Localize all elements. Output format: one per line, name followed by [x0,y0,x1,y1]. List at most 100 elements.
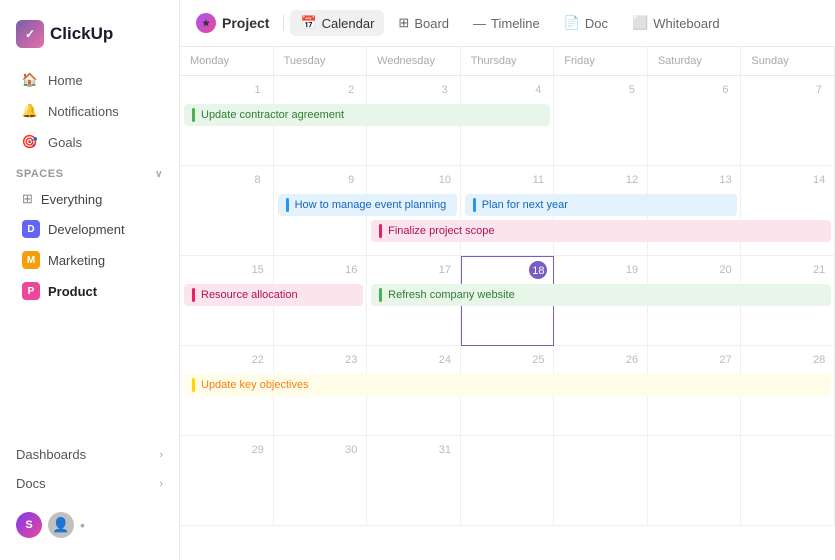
date-num-20: 20 [716,260,734,278]
event-label: Resource allocation [201,289,298,301]
date-num-11: 11 [529,170,547,188]
sidebar-item-home[interactable]: 🏠 Home [6,65,173,95]
date-num-7: 7 [810,80,828,98]
date-num-16: 16 [342,260,360,278]
date-num-6: 6 [716,80,734,98]
spaces-section-header: Spaces ∨ [0,158,179,184]
event-accent [473,198,476,212]
day-header-wednesday: Wednesday [367,47,461,75]
sidebar-item-notifications-label: Notifications [48,104,119,119]
calendar-scroll[interactable]: Monday Tuesday Wednesday Thursday Friday… [180,47,835,560]
tab-whiteboard[interactable]: ⬜ Whiteboard [622,10,730,36]
date-cell-empty-1 [461,436,555,526]
day-header-saturday: Saturday [648,47,742,75]
development-dot: D [22,220,40,238]
doc-tab-label: Doc [585,16,608,31]
dashboards-label: Dashboards [16,447,86,462]
event-event-planning[interactable]: How to manage event planning [278,194,457,216]
sidebar-item-everything[interactable]: ⊞ Everything [6,185,173,213]
app-logo-icon: ✓ [16,20,44,48]
date-cell-empty-4 [741,436,835,526]
tab-calendar[interactable]: 📅 Calendar [290,10,384,36]
date-num-25: 25 [529,350,547,368]
date-num-23: 23 [342,350,360,368]
date-num-5: 5 [623,80,641,98]
date-cell-29[interactable]: 29 [180,436,274,526]
avatar-more-icon[interactable]: • [80,517,85,533]
goals-icon: 🎯 [22,134,38,150]
whiteboard-tab-label: Whiteboard [653,16,719,31]
week-row-2: 8 9 10 11 12 13 14 How to manage event p… [180,166,835,256]
event-resource-allocation[interactable]: Resource allocation [184,284,363,306]
event-refresh-website[interactable]: Refresh company website [371,284,831,306]
date-cell-14[interactable]: 14 [741,166,835,256]
product-dot: P [22,282,40,300]
week-row-3: 15 16 17 18 19 20 21 Resource allocation… [180,256,835,346]
date-num-8: 8 [249,170,267,188]
date-num-30: 30 [342,440,360,458]
event-update-objectives[interactable]: Update key objectives [184,374,831,396]
event-accent [286,198,289,212]
date-cell-8[interactable]: 8 [180,166,274,256]
date-cell-5[interactable]: 5 [554,76,648,166]
week-row-4: 22 23 24 25 26 27 28 Update key objectiv… [180,346,835,436]
sidebar-item-marketing-label: Marketing [48,253,105,268]
event-accent [379,288,382,302]
date-cell-empty-2 [554,436,648,526]
date-num-18: 18 [529,261,547,279]
tab-board[interactable]: ⊞ Board [388,10,459,36]
nav-divider [283,15,284,31]
date-num-22: 22 [249,350,267,368]
sidebar-item-home-label: Home [48,73,83,88]
tab-timeline[interactable]: — Timeline [463,11,550,36]
event-update-contractor[interactable]: Update contractor agreement [184,104,550,126]
event-label: Update key objectives [201,379,309,391]
event-finalize-scope[interactable]: Finalize project scope [371,220,831,242]
event-accent [192,378,195,392]
sidebar-item-dashboards[interactable]: Dashboards › [0,440,179,469]
board-tab-icon: ⊞ [398,15,409,31]
doc-tab-icon: 📄 [564,15,580,31]
sidebar-item-development[interactable]: D Development [6,214,173,244]
logo: ✓ ClickUp [0,12,179,64]
sidebar-item-everything-label: Everything [41,192,102,207]
event-plan-next-year[interactable]: Plan for next year [465,194,738,216]
date-num-14: 14 [810,170,828,188]
date-num-15: 15 [249,260,267,278]
event-label: How to manage event planning [295,199,447,211]
grid-icon: ⊞ [22,191,33,207]
week-row-1: 1 2 3 4 5 6 7 Update contractor agreemen… [180,76,835,166]
sidebar-item-product[interactable]: P Product [6,276,173,306]
date-cell-6[interactable]: 6 [648,76,742,166]
sidebar-item-goals[interactable]: 🎯 Goals [6,127,173,157]
top-navigation: ★ Project 📅 Calendar ⊞ Board — Timeline … [180,0,835,47]
date-num-31: 31 [436,440,454,458]
date-num-9: 9 [342,170,360,188]
date-cell-7[interactable]: 7 [741,76,835,166]
home-icon: 🏠 [22,72,38,88]
date-num-1: 1 [249,80,267,98]
day-header-monday: Monday [180,47,274,75]
date-num-10: 10 [436,170,454,188]
date-cell-empty-3 [648,436,742,526]
sidebar: ✓ ClickUp 🏠 Home 🔔 Notifications 🎯 Goals… [0,0,180,560]
sidebar-item-docs[interactable]: Docs › [0,469,179,498]
date-cell-30[interactable]: 30 [274,436,368,526]
event-accent [192,288,195,302]
event-accent [379,224,382,238]
sidebar-item-marketing[interactable]: M Marketing [6,245,173,275]
whiteboard-tab-icon: ⬜ [632,15,648,31]
date-num-19: 19 [623,260,641,278]
sidebar-item-development-label: Development [48,222,125,237]
dashboards-arrow-icon: › [159,449,163,461]
calendar-weeks: 1 2 3 4 5 6 7 Update contractor agreemen… [180,76,835,526]
date-cell-31[interactable]: 31 [367,436,461,526]
board-tab-label: Board [414,16,449,31]
project-label: Project [222,15,269,31]
sidebar-item-notifications[interactable]: 🔔 Notifications [6,96,173,126]
event-label: Refresh company website [388,289,515,301]
spaces-chevron-icon[interactable]: ∨ [155,169,163,180]
calendar-tab-label: Calendar [322,16,375,31]
user-avatar-s[interactable]: S [16,512,42,538]
tab-doc[interactable]: 📄 Doc [554,10,618,36]
